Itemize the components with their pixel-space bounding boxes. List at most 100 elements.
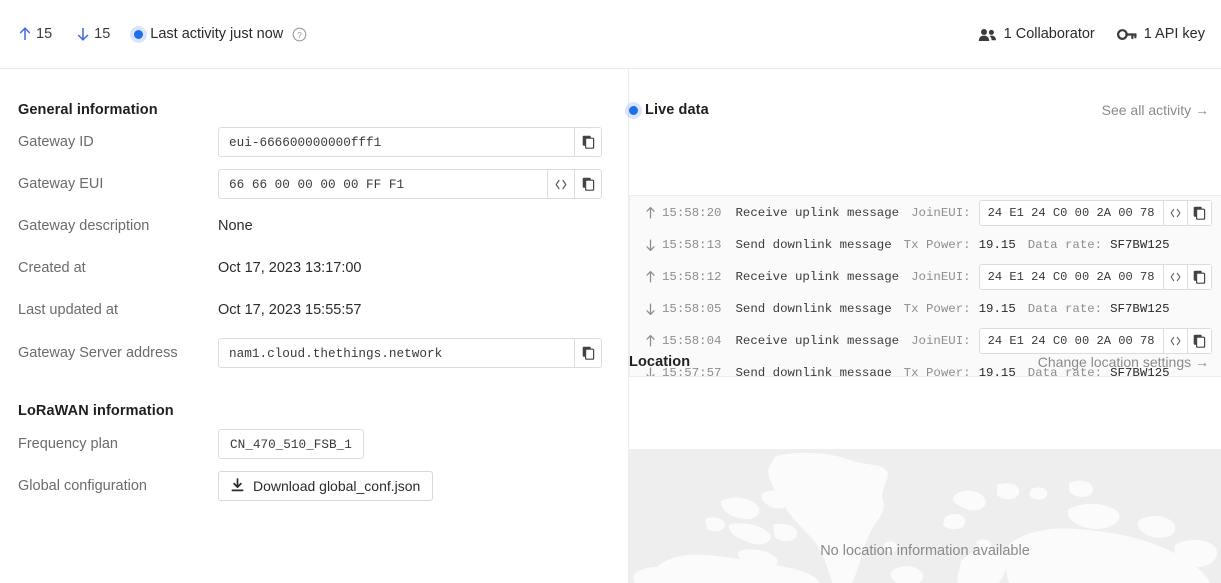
toggle-joineui-format-button[interactable] xyxy=(1163,201,1187,225)
gateway-id-spacer xyxy=(391,128,574,156)
map-empty-text: No location information available xyxy=(820,543,1030,559)
copy-gateway-server-address-button[interactable] xyxy=(574,339,601,367)
live-data-key: JoinEUI: xyxy=(911,206,971,220)
global-configuration-label: Global configuration xyxy=(18,478,218,494)
live-data-list[interactable]: 15:58:20 Receive uplink message JoinEUI:… xyxy=(629,195,1221,377)
right-column: Live data See all activity → 15:58:20 Re… xyxy=(629,69,1221,583)
copy-icon xyxy=(1193,206,1206,220)
status-bar-right: 1 Collaborator 1 API key xyxy=(978,26,1221,42)
live-data-row[interactable]: 15:58:13 Send downlink message Tx Power:… xyxy=(630,230,1221,260)
live-data-title: Live data xyxy=(645,102,709,118)
help-circle-icon[interactable]: ? xyxy=(292,27,307,42)
collaborators-link[interactable]: 1 Collaborator xyxy=(978,26,1095,42)
location-map[interactable]: No location information available xyxy=(629,449,1221,583)
live-data-key: JoinEUI: xyxy=(911,270,971,284)
collaborators-label: 1 Collaborator xyxy=(1004,26,1095,42)
gateway-id-value: eui-666600000000fff1 xyxy=(219,128,391,156)
live-data-timestamp: 15:58:12 xyxy=(662,270,722,284)
gateway-eui-label: Gateway EUI xyxy=(18,176,218,192)
map-empty-message: No location information available xyxy=(629,449,1221,583)
live-data-value: 19.15 xyxy=(979,302,1016,316)
copy-gateway-id-button[interactable] xyxy=(574,128,601,156)
downlink-count: 15 xyxy=(76,26,110,42)
live-data-value-2: SF7BW125 xyxy=(1110,238,1170,252)
uplink-count: 15 xyxy=(18,26,52,42)
status-bar-left: 15 15 Last activity just now ? xyxy=(0,26,307,42)
gateway-server-address-value: nam1.cloud.thethings.network xyxy=(219,339,452,367)
arrow-down-icon xyxy=(76,26,90,42)
gateway-eui-input[interactable]: 66 66 00 00 00 00 FF F1 xyxy=(218,169,602,199)
joineui-field[interactable]: 24 E1 24 C0 00 2A 00 78 xyxy=(979,264,1212,290)
gateway-server-address-input[interactable]: nam1.cloud.thethings.network xyxy=(218,338,602,368)
live-data-event: Receive uplink message xyxy=(736,334,900,348)
copy-icon xyxy=(582,346,595,360)
gateway-id-input[interactable]: eui-666600000000fff1 xyxy=(218,127,602,157)
created-at-value: Oct 17, 2023 13:17:00 xyxy=(218,260,362,276)
copy-icon xyxy=(1193,334,1206,348)
status-bar: 15 15 Last activity just now ? xyxy=(0,0,1221,69)
live-data-event: Receive uplink message xyxy=(736,206,900,220)
joineui-field[interactable]: 24 E1 24 C0 00 2A 00 78 xyxy=(979,200,1212,226)
lorawan-information-title: LoRaWAN information xyxy=(18,403,174,419)
uplink-count-value: 15 xyxy=(36,26,52,42)
live-data-key: Tx Power: xyxy=(904,302,971,316)
live-data-event: Receive uplink message xyxy=(736,270,900,284)
location-title: Location xyxy=(629,354,690,370)
general-information-heading: General information xyxy=(18,102,158,118)
copy-joineui-button[interactable] xyxy=(1187,329,1211,353)
live-data-row[interactable]: 15:58:12 Receive uplink message JoinEUI:… xyxy=(630,260,1221,294)
field-created-at: Created at Oct 17, 2023 13:17:00 xyxy=(18,260,362,276)
last-updated-at-label: Last updated at xyxy=(18,302,218,318)
frequency-plan-value: CN_470_510_FSB_1 xyxy=(218,429,364,459)
downlink-count-value: 15 xyxy=(94,26,110,42)
copy-icon xyxy=(1193,270,1206,284)
gateway-description-value: None xyxy=(218,218,253,234)
left-column: General information Gateway ID eui-66660… xyxy=(0,69,629,583)
location-header: Location Change location settings → xyxy=(629,354,1209,370)
copy-joineui-button[interactable] xyxy=(1187,201,1211,225)
general-information-title: General information xyxy=(18,102,158,118)
toggle-joineui-format-button[interactable] xyxy=(1163,329,1187,353)
joineui-value: 24 E1 24 C0 00 2A 00 78 xyxy=(980,201,1163,225)
copy-icon xyxy=(582,135,595,149)
joineui-value: 24 E1 24 C0 00 2A 00 78 xyxy=(980,265,1163,289)
api-keys-link[interactable]: 1 API key xyxy=(1117,26,1205,42)
gateway-eui-value: 66 66 00 00 00 00 FF F1 xyxy=(219,170,414,198)
live-data-timestamp: 15:58:05 xyxy=(662,302,722,316)
live-data-status-dot-icon xyxy=(629,106,638,115)
gateway-eui-spacer xyxy=(414,170,547,198)
copy-gateway-eui-button[interactable] xyxy=(574,170,601,198)
gateway-id-label: Gateway ID xyxy=(18,134,218,150)
field-frequency-plan: Frequency plan CN_470_510_FSB_1 xyxy=(18,429,364,459)
arrow-up-icon xyxy=(642,270,658,284)
toggle-gateway-eui-format-button[interactable] xyxy=(547,170,574,198)
arrow-up-icon xyxy=(18,26,32,42)
collaborators-icon xyxy=(978,27,997,42)
last-updated-at-value: Oct 17, 2023 15:55:57 xyxy=(218,302,362,318)
gateway-server-address-label: Gateway Server address xyxy=(18,345,218,361)
lorawan-information-heading: LoRaWAN information xyxy=(18,403,174,419)
live-data-row[interactable]: 15:58:04 Receive uplink message JoinEUI:… xyxy=(630,324,1221,358)
download-icon xyxy=(231,478,244,495)
joineui-field[interactable]: 24 E1 24 C0 00 2A 00 78 xyxy=(979,328,1212,354)
live-data-timestamp: 15:58:13 xyxy=(662,238,722,252)
gateway-description-label: Gateway description xyxy=(18,218,218,234)
live-data-value: 19.15 xyxy=(979,238,1016,252)
live-data-key: JoinEUI: xyxy=(911,334,971,348)
live-data-header: Live data See all activity → xyxy=(629,102,1209,118)
copy-icon xyxy=(582,177,595,191)
live-data-row[interactable]: 15:58:20 Receive uplink message JoinEUI:… xyxy=(630,196,1221,230)
field-last-updated-at: Last updated at Oct 17, 2023 15:55:57 xyxy=(18,302,362,318)
live-data-event: Send downlink message xyxy=(736,302,892,316)
live-data-row[interactable]: 15:58:05 Send downlink message Tx Power:… xyxy=(630,294,1221,324)
code-brackets-icon xyxy=(1169,336,1182,346)
change-location-settings-link[interactable]: Change location settings → xyxy=(1038,354,1209,370)
live-data-value-2: SF7BW125 xyxy=(1110,302,1170,316)
toggle-joineui-format-button[interactable] xyxy=(1163,265,1187,289)
download-global-conf-button[interactable]: Download global_conf.json xyxy=(218,471,433,501)
joineui-value: 24 E1 24 C0 00 2A 00 78 xyxy=(980,329,1163,353)
copy-joineui-button[interactable] xyxy=(1187,265,1211,289)
arrow-down-icon xyxy=(642,302,658,316)
see-all-activity-link[interactable]: See all activity → xyxy=(1102,102,1209,118)
download-global-conf-label: Download global_conf.json xyxy=(253,478,420,494)
